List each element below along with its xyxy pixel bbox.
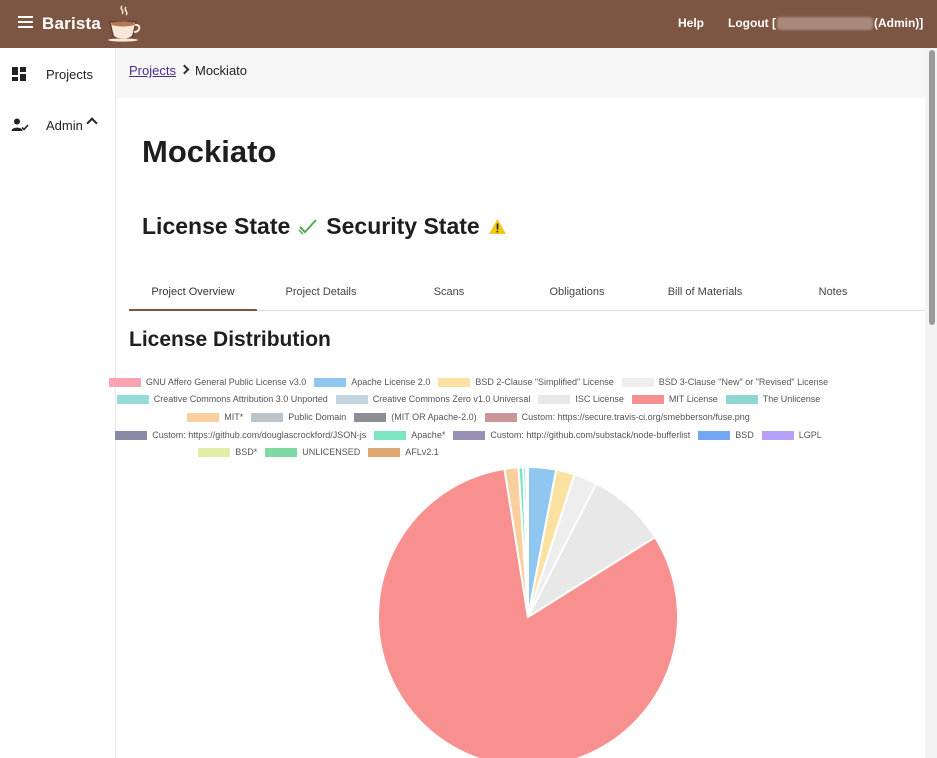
license-distribution-pie-chart — [377, 465, 679, 758]
